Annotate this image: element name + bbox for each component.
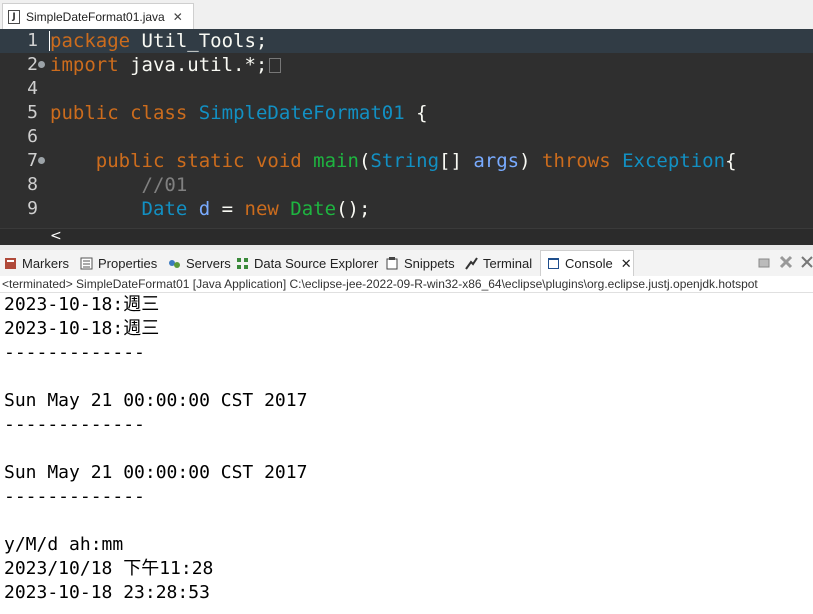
tab-properties[interactable]: Properties <box>80 250 157 276</box>
code-line[interactable]: 7 public static void main(String[] args)… <box>0 149 813 173</box>
snippets-icon <box>386 256 398 269</box>
tab-snippets[interactable]: Snippets <box>386 250 455 276</box>
scroll-left-arrow-icon[interactable]: < <box>50 228 62 244</box>
markers-icon <box>5 257 16 269</box>
text-cursor <box>49 31 50 51</box>
code-line[interactable]: 2 import java.util.*; <box>0 53 813 77</box>
console-status-line: <terminated> SimpleDateFormat01 [Java Ap… <box>0 276 813 293</box>
close-icon[interactable]: ✕ <box>173 10 183 24</box>
collapsed-imports-icon[interactable] <box>269 58 282 73</box>
tab-markers[interactable]: Markers <box>4 250 69 276</box>
line-number: 4 <box>27 78 38 99</box>
line-number: 1 <box>27 30 38 51</box>
tab-servers-label: Servers <box>186 255 231 271</box>
console-output-line: 2023-10-18:週三 <box>4 294 160 315</box>
code-line[interactable]: 6 <box>0 125 813 149</box>
code-text: package Util_Tools; <box>50 30 268 52</box>
editor-horizontal-scrollbar[interactable]: < <box>0 228 813 246</box>
line-number: 9 <box>27 198 38 219</box>
remove-launches-icon[interactable] <box>800 255 813 269</box>
servers-icon <box>169 259 180 268</box>
editor-tab-simpledateformat01[interactable]: J SimpleDateFormat01.java ✕ <box>2 3 194 29</box>
terminal-icon <box>465 256 478 270</box>
console-icon <box>548 258 559 269</box>
code-text: public class SimpleDateFormat01 { <box>50 102 428 124</box>
code-line[interactable]: 5 public class SimpleDateFormat01 { <box>0 101 813 125</box>
console-output-line: ------------- <box>4 486 145 507</box>
code-text: import java.util.*; <box>50 53 282 77</box>
tab-data-source-explorer[interactable]: Data Source Explorer <box>236 250 378 276</box>
tab-properties-label: Properties <box>98 255 158 271</box>
console-output-line: Sun May 21 00:00:00 CST 2017 <box>4 462 308 483</box>
console-output[interactable]: 2023-10-18:週三 2023-10-18:週三 ------------- S… <box>0 293 813 614</box>
line-number: 8 <box>27 174 38 195</box>
console-output-line: Sun May 21 00:00:00 CST 2017 <box>4 390 308 411</box>
code-text: //01 <box>141 174 188 196</box>
code-line[interactable]: 8 //01 <box>0 173 813 197</box>
code-text: Date d = new Date(); <box>141 198 371 220</box>
close-icon[interactable]: ✕ <box>621 256 632 272</box>
editor-tab-bar: J SimpleDateFormat01.java ✕ <box>0 0 813 30</box>
console-output-line: y/M/d ah:mm <box>4 534 124 555</box>
line-number: 5 <box>27 102 38 123</box>
line-number: 7 <box>27 150 38 171</box>
code-editor[interactable]: 1 package Util_Tools; 2 import java.util.*;… <box>0 29 813 228</box>
fold-toggle-icon[interactable] <box>38 157 45 164</box>
tab-terminal-label: Terminal <box>483 255 533 271</box>
tab-terminal[interactable]: Terminal <box>465 250 532 276</box>
tab-servers[interactable]: Servers <box>168 250 231 276</box>
tab-snippets-label: Snippets <box>404 255 455 271</box>
minimize-icon[interactable] <box>757 255 771 269</box>
line-number: 2 <box>27 54 38 75</box>
view-tab-bar: Markers Properties Servers Data Source E… <box>0 250 813 277</box>
code-line[interactable]: 9 Date d = new Date(); <box>0 197 813 221</box>
console-output-line: 2023-10-18:週三 <box>4 318 160 339</box>
editor-tab-label: SimpleDateFormat01.java <box>26 9 165 24</box>
console-output-line: 2023/10/18 下午11:28 <box>4 558 214 579</box>
tab-console[interactable]: Console ✕ <box>540 250 634 276</box>
fold-toggle-icon[interactable] <box>38 61 45 68</box>
clear-console-icon[interactable] <box>779 255 793 269</box>
java-file-icon: J <box>8 9 20 24</box>
tab-data-source-explorer-label: Data Source Explorer <box>254 255 379 271</box>
data-source-explorer-icon <box>237 257 248 269</box>
console-output-line: ------------- <box>4 414 145 435</box>
code-text: public static void main(String[] args) t… <box>95 150 737 172</box>
code-line[interactable]: 1 package Util_Tools; <box>0 29 813 53</box>
code-line[interactable]: 4 <box>0 77 813 101</box>
console-output-line: ------------- <box>4 342 145 363</box>
console-output-line: 2023-10-18 23:28:53 <box>4 582 210 603</box>
line-number: 6 <box>27 126 38 147</box>
properties-icon <box>80 257 93 269</box>
tab-markers-label: Markers <box>22 255 69 271</box>
tab-console-label: Console <box>565 256 613 271</box>
